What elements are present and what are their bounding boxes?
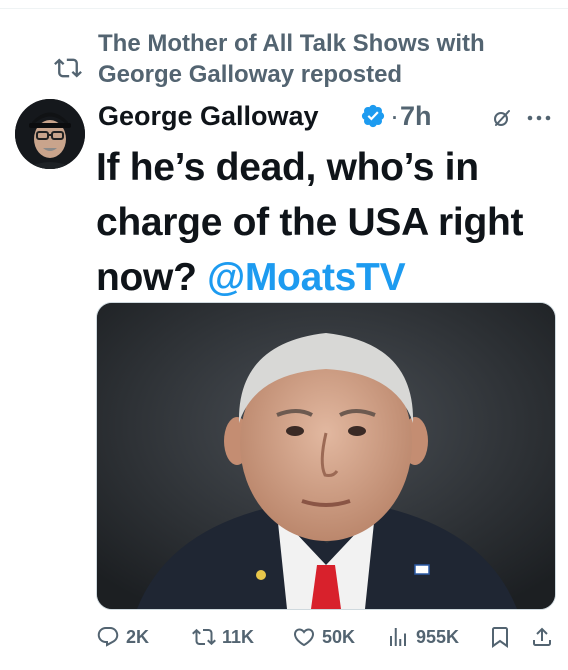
- share-button[interactable]: [530, 620, 554, 654]
- separator-dot: ·: [390, 101, 399, 131]
- more-options-icon[interactable]: [526, 114, 552, 122]
- top-divider: [0, 8, 568, 9]
- bookmark-icon: [492, 627, 508, 648]
- views-icon: [390, 628, 406, 646]
- verified-badge-icon: [361, 104, 385, 128]
- repost-context: The Mother of All Talk Shows with George…: [0, 28, 568, 92]
- avatar-image: [15, 99, 85, 169]
- bookmark-button[interactable]: [488, 620, 512, 654]
- repost-icon: [54, 58, 82, 78]
- share-icon: [533, 627, 551, 646]
- reply-count: 2K: [126, 627, 150, 647]
- repost-action-icon: [192, 628, 216, 646]
- tweet-media[interactable]: [96, 302, 556, 610]
- tweet-header: George Galloway · 7h: [98, 100, 558, 134]
- views-count: 955K: [416, 627, 460, 647]
- views-button[interactable]: 955K: [386, 620, 459, 654]
- like-count: 50K: [322, 627, 356, 647]
- avatar[interactable]: [15, 99, 85, 169]
- like-button[interactable]: 50K: [292, 620, 355, 654]
- timestamp[interactable]: 7h: [400, 100, 432, 132]
- tweet-actions: 2K 11K 50K 955K: [96, 620, 558, 654]
- mention-link[interactable]: @MoatsTV: [207, 256, 405, 299]
- reply-button[interactable]: 2K: [96, 620, 149, 654]
- photo-of-man-in-suit: [97, 303, 555, 609]
- heart-icon: [293, 628, 315, 647]
- reply-icon: [97, 627, 119, 647]
- author-name[interactable]: George Galloway: [98, 100, 319, 132]
- repost-button[interactable]: 11K: [192, 620, 254, 654]
- repost-count: 11K: [222, 627, 255, 647]
- tweet-text: If he’s dead, who’s in charge of the USA…: [96, 140, 554, 305]
- grok-icon[interactable]: [492, 108, 512, 128]
- repost-label[interactable]: The Mother of All Talk Shows with George…: [98, 28, 558, 90]
